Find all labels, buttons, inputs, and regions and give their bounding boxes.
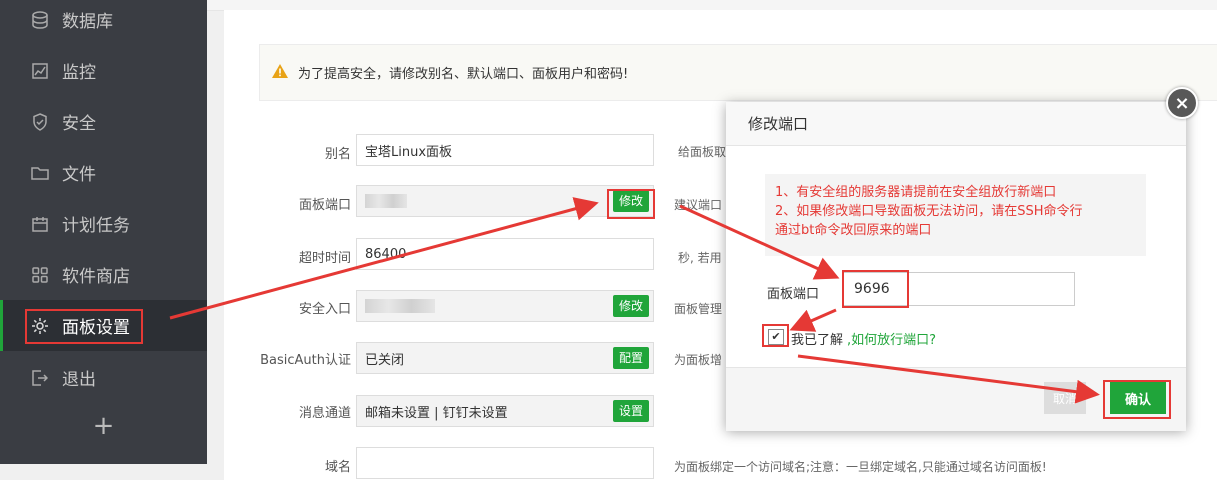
- domain-label: 域名: [324, 460, 351, 475]
- notice-line-2: 2、如果修改端口导致面板无法访问，请在SSH命令行: [775, 204, 1083, 219]
- timeout-hint: 秒, 若用: [678, 251, 722, 265]
- timeout-label: 超时时间: [298, 251, 351, 266]
- notify-label: 消息通道: [298, 406, 351, 421]
- sidebar-item-label: 文件: [62, 165, 96, 185]
- port-hint: 建议端口: [674, 198, 723, 212]
- notify-field: 邮箱未设置 | 钉钉未设置 设置: [356, 395, 654, 427]
- port-label: 面板端口: [298, 198, 351, 213]
- warning-icon: [272, 63, 288, 82]
- cancel-button[interactable]: 取消: [1044, 382, 1086, 414]
- sidebar-item-database[interactable]: 数据库: [0, 0, 207, 45]
- alias-input[interactable]: 宝塔Linux面板: [356, 134, 654, 166]
- sidebar-item-label: 数据库: [62, 12, 113, 32]
- entry-field: 修改: [356, 290, 654, 322]
- alias-hint: 给面板取: [678, 145, 727, 159]
- notify-value: 邮箱未设置 | 钉钉未设置: [365, 405, 508, 421]
- highlight-box-port-input: [842, 270, 909, 308]
- sidebar-item-files[interactable]: 文件: [0, 147, 207, 198]
- notice-line-1: 1、有安全组的服务器请提前在安全组放行新端口: [775, 185, 1057, 200]
- monitor-icon: [31, 62, 49, 80]
- warning-text: 为了提高安全，请修改别名、默认端口、面板用户和密码!: [298, 67, 629, 82]
- sidebar-item-label: 软件商店: [62, 267, 130, 287]
- open-port-help-link[interactable]: ,如何放行端口?: [847, 329, 936, 348]
- entry-redacted: [365, 299, 435, 313]
- entry-modify-button[interactable]: 修改: [612, 295, 649, 317]
- domain-input[interactable]: [356, 447, 654, 479]
- entry-label: 安全入口: [298, 302, 351, 317]
- notify-settings-button[interactable]: 设置: [612, 400, 649, 422]
- add-button[interactable]: +: [0, 404, 207, 448]
- acknowledge-label: 我已了解: [791, 333, 844, 348]
- highlight-box-modify: [607, 189, 655, 219]
- basic-auth-label: BasicAuth认证: [260, 353, 351, 368]
- port-input-label: 面板端口: [767, 287, 820, 302]
- alias-label: 别名: [324, 147, 351, 162]
- close-icon[interactable]: ×: [1166, 87, 1198, 119]
- sidebar-item-logout[interactable]: 退出: [0, 352, 207, 403]
- timeout-value: 86400: [365, 246, 407, 262]
- warning-banner: 为了提高安全，请修改别名、默认端口、面板用户和密码!: [259, 44, 1217, 101]
- sidebar-item-label: 安全: [62, 114, 96, 134]
- shield-icon: [31, 112, 49, 131]
- highlight-box-confirm: [1103, 380, 1171, 419]
- sidebar: 数据库 监控 安全 文件 计划任务 软件商店 面板设置 退出 +: [0, 0, 207, 464]
- entry-hint: 面板管理: [674, 302, 723, 316]
- sidebar-item-label: 监控: [62, 63, 96, 83]
- basic-auth-hint: 为面板增: [674, 353, 723, 367]
- sidebar-item-security[interactable]: 安全: [0, 96, 207, 147]
- alias-value: 宝塔Linux面板: [365, 144, 453, 160]
- sidebar-item-monitor[interactable]: 监控: [0, 45, 207, 96]
- notice-line-3: 通过bt命令改回原来的端口: [775, 223, 932, 238]
- sidebar-item-label: 计划任务: [62, 216, 130, 236]
- highlight-box-sidebar: [25, 309, 143, 344]
- highlight-box-checkbox: [762, 324, 789, 347]
- basic-auth-value: 已关闭: [365, 352, 405, 368]
- dialog-title: 修改端口: [726, 102, 1186, 146]
- sidebar-item-cron[interactable]: 计划任务: [0, 198, 207, 249]
- dialog-notice: 1、有安全组的服务器请提前在安全组放行新端口 2、如果修改端口导致面板无法访问，…: [765, 174, 1146, 256]
- sidebar-item-label: 退出: [62, 370, 96, 390]
- grid-icon: [31, 266, 49, 284]
- port-redacted: [365, 194, 407, 208]
- basic-auth-field: 已关闭 配置: [356, 342, 654, 374]
- calendar-icon: [31, 215, 49, 233]
- logout-icon: [31, 369, 49, 387]
- database-icon: [31, 10, 49, 29]
- sidebar-item-store[interactable]: 软件商店: [0, 249, 207, 300]
- timeout-input[interactable]: 86400: [356, 238, 654, 270]
- folder-icon: [31, 164, 49, 182]
- basic-auth-config-button[interactable]: 配置: [612, 347, 649, 369]
- domain-hint: 为面板绑定一个访问域名;注意：一旦绑定域名,只能通过域名访问面板!: [674, 460, 1047, 474]
